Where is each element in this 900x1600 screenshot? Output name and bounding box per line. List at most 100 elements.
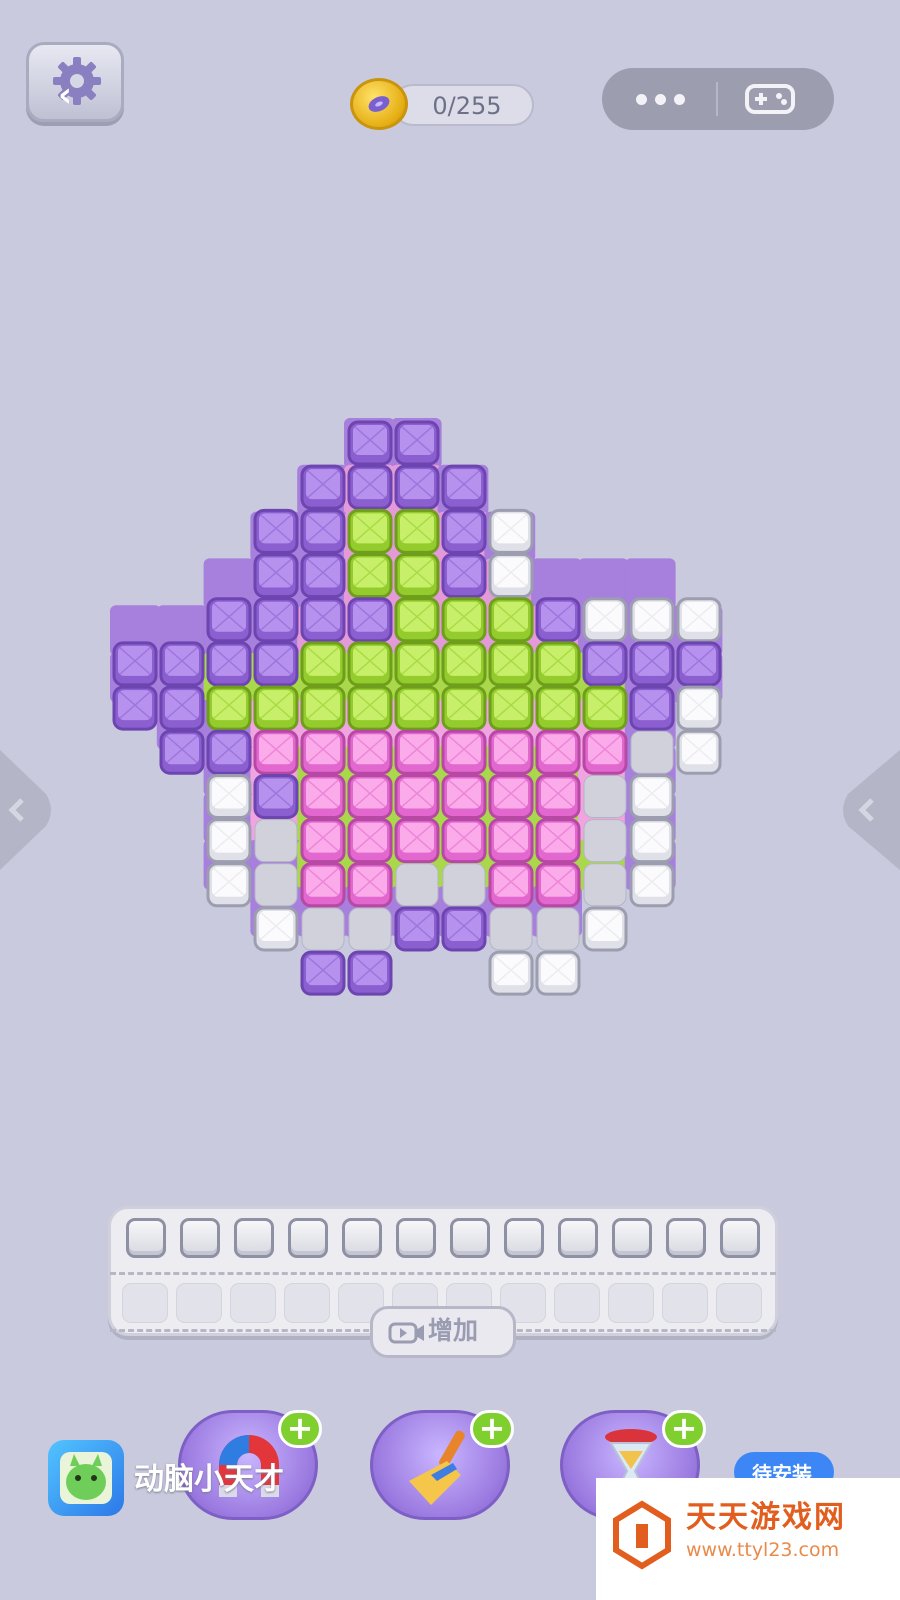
tile[interactable] [159, 685, 205, 731]
tile[interactable] [535, 685, 581, 731]
tile[interactable] [535, 641, 581, 687]
tile[interactable] [441, 773, 487, 819]
tile[interactable] [253, 906, 299, 952]
tile[interactable] [441, 906, 487, 952]
tile[interactable] [535, 818, 581, 864]
tile[interactable] [206, 641, 252, 687]
tile[interactable] [582, 729, 628, 775]
tile[interactable] [394, 464, 440, 510]
hourglass-plus-badge[interactable]: + [662, 1410, 706, 1448]
tile[interactable] [394, 420, 440, 466]
tile[interactable] [394, 685, 440, 731]
tile[interactable] [206, 597, 252, 643]
tile[interactable] [582, 906, 628, 952]
tile[interactable] [394, 553, 440, 599]
tile[interactable] [159, 641, 205, 687]
tile[interactable] [206, 729, 252, 775]
tile[interactable] [676, 685, 722, 731]
magnet-plus-badge[interactable]: + [278, 1410, 322, 1448]
tile[interactable] [300, 464, 346, 510]
tile[interactable] [253, 597, 299, 643]
tile[interactable] [253, 641, 299, 687]
tile[interactable] [629, 685, 675, 731]
tile[interactable] [300, 508, 346, 554]
tile[interactable] [347, 464, 393, 510]
tile[interactable] [347, 420, 393, 466]
tile[interactable] [488, 553, 534, 599]
tile[interactable] [300, 818, 346, 864]
tile[interactable] [676, 597, 722, 643]
tile[interactable] [441, 729, 487, 775]
tile[interactable] [347, 597, 393, 643]
tile[interactable] [535, 729, 581, 775]
tile[interactable] [347, 773, 393, 819]
tile[interactable] [676, 729, 722, 775]
tile[interactable] [112, 641, 158, 687]
tile[interactable] [582, 641, 628, 687]
tile[interactable] [535, 773, 581, 819]
tile[interactable] [394, 906, 440, 952]
tile[interactable] [300, 729, 346, 775]
tile[interactable] [394, 729, 440, 775]
tile[interactable] [253, 508, 299, 554]
tile[interactable] [488, 950, 534, 996]
tile[interactable] [441, 641, 487, 687]
broom-plus-badge[interactable]: + [470, 1410, 514, 1448]
tile[interactable] [488, 685, 534, 731]
tile[interactable] [441, 818, 487, 864]
tile[interactable] [300, 641, 346, 687]
tile[interactable] [300, 950, 346, 996]
tile[interactable] [300, 862, 346, 908]
tile[interactable] [441, 553, 487, 599]
tile[interactable] [394, 508, 440, 554]
tile[interactable] [253, 773, 299, 819]
tile[interactable] [347, 729, 393, 775]
tile[interactable] [441, 464, 487, 510]
tile[interactable] [535, 597, 581, 643]
tile[interactable] [629, 818, 675, 864]
tile[interactable] [206, 818, 252, 864]
app-name[interactable]: 动脑小天才 [134, 1460, 284, 1500]
tile[interactable] [206, 773, 252, 819]
tile[interactable] [300, 597, 346, 643]
tile[interactable] [347, 950, 393, 996]
tile[interactable] [394, 818, 440, 864]
tile[interactable] [112, 685, 158, 731]
tile[interactable] [394, 641, 440, 687]
app-icon[interactable] [48, 1440, 124, 1516]
tile[interactable] [300, 685, 346, 731]
tile[interactable] [347, 641, 393, 687]
tile[interactable] [300, 773, 346, 819]
tile[interactable] [535, 950, 581, 996]
tile[interactable] [488, 508, 534, 554]
tile[interactable] [441, 685, 487, 731]
tile[interactable] [488, 729, 534, 775]
tile[interactable] [253, 729, 299, 775]
tile[interactable] [488, 773, 534, 819]
tile[interactable] [159, 729, 205, 775]
tile[interactable] [394, 597, 440, 643]
tile[interactable] [629, 773, 675, 819]
tile[interactable] [253, 685, 299, 731]
tile[interactable] [676, 641, 722, 687]
tile[interactable] [488, 641, 534, 687]
tile[interactable] [629, 641, 675, 687]
tile[interactable] [347, 553, 393, 599]
tile[interactable] [629, 862, 675, 908]
tile[interactable] [535, 862, 581, 908]
tile[interactable] [347, 818, 393, 864]
tile[interactable] [582, 685, 628, 731]
tile[interactable] [441, 508, 487, 554]
tile[interactable] [347, 508, 393, 554]
tile[interactable] [488, 862, 534, 908]
tile[interactable] [488, 597, 534, 643]
tile[interactable] [629, 597, 675, 643]
tile[interactable] [347, 862, 393, 908]
tile[interactable] [441, 597, 487, 643]
tile[interactable] [347, 685, 393, 731]
tile[interactable] [488, 818, 534, 864]
tile[interactable] [206, 685, 252, 731]
tile[interactable] [582, 597, 628, 643]
tile[interactable] [300, 553, 346, 599]
tile[interactable] [253, 553, 299, 599]
